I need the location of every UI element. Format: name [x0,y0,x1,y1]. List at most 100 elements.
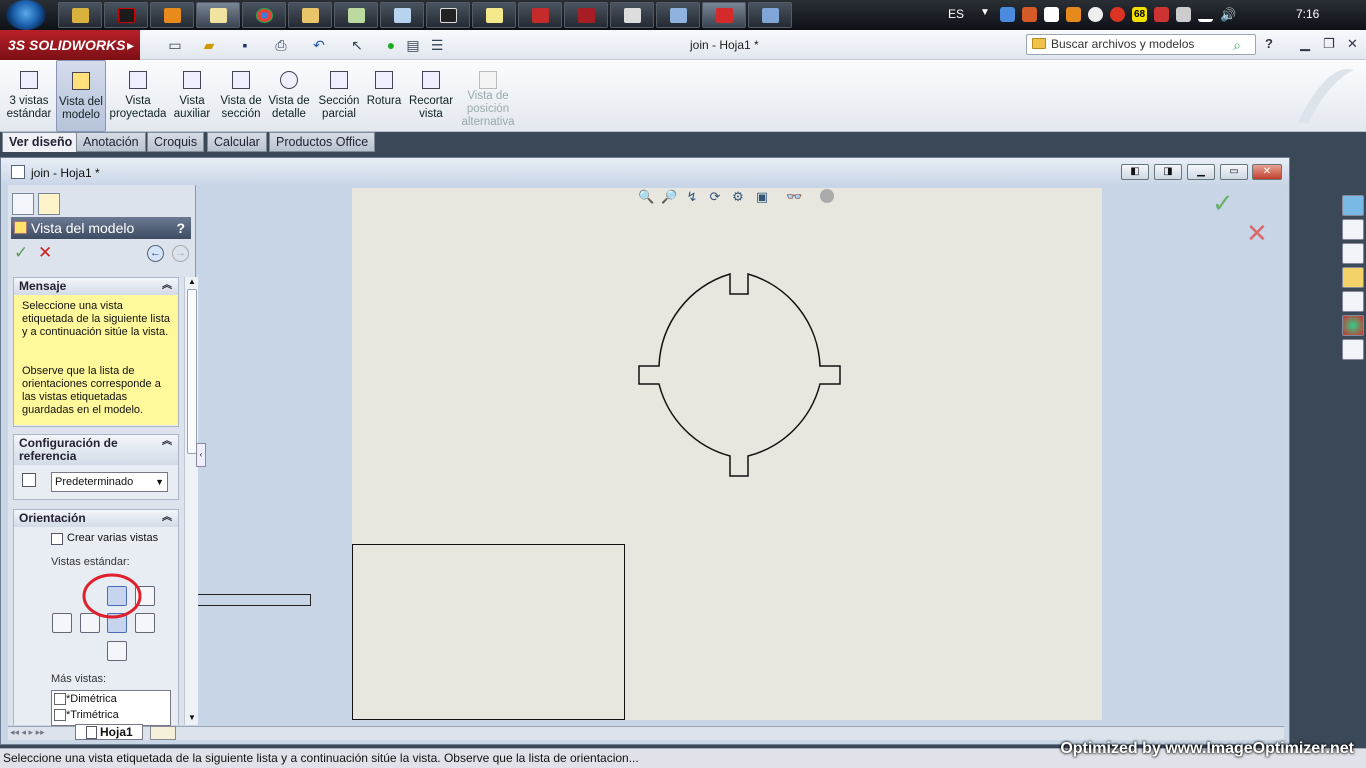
pm-cancel-icon[interactable]: ✕ [38,243,52,263]
resources-icon[interactable] [1342,195,1364,216]
break-button[interactable]: Rotura [364,60,404,132]
list-item[interactable]: *Dimétrica [52,691,170,707]
new-document-icon[interactable]: ▭ [166,36,184,54]
flag-icon[interactable] [1154,7,1169,22]
detail-view-button[interactable]: Vista de detalle [266,60,312,132]
pm-ok-icon[interactable]: ✓ [14,243,28,263]
taskbar-app-notes[interactable] [380,2,424,28]
volume-icon[interactable]: 🔊 [1220,7,1236,22]
dropbox-icon[interactable] [1044,7,1059,22]
chevron-down-icon[interactable]: ▼ [155,473,164,491]
search-icon[interactable]: ⌕ [1233,36,1241,55]
start-button[interactable] [6,0,46,30]
view-palette-icon[interactable] [1342,291,1364,312]
collapse-panel-handle-icon[interactable]: ‹ [196,443,206,467]
taskbar-app-cad[interactable] [610,2,654,28]
cloud-icon[interactable] [1000,7,1015,22]
appearances-icon[interactable] [1342,315,1364,336]
usb-icon[interactable] [1176,7,1191,22]
tab-anotacion[interactable]: Anotación [76,132,146,152]
tray-expand-icon[interactable]: ▼ [980,7,990,18]
alternate-position-view-button[interactable]: Vista de posición alternativa [460,60,516,132]
save-icon[interactable]: ▪ [236,36,254,54]
doc-minimize-icon[interactable]: ▁ [1187,164,1215,180]
print-icon[interactable]: ⎙ [272,36,290,54]
search-input[interactable]: Buscar archivos y modelos ⌕ [1026,34,1256,55]
more-views-list[interactable]: *Dimétrica *Trimétrica [51,690,171,726]
model-view-button[interactable]: Vista del modelo [56,60,106,132]
sheet-nav-icons[interactable]: ◂◂ ◂ ▸ ▸▸ [10,727,45,738]
badge-count[interactable]: 68 [1132,7,1147,22]
pm-help-icon[interactable]: ? [176,217,185,239]
tab-croquis[interactable]: Croquis [147,132,205,152]
close-icon[interactable]: ✕ [1347,36,1358,52]
message-header[interactable]: Mensaje ︽ [14,278,178,295]
select-icon[interactable]: ↖ [348,36,366,54]
feature-manager-tab-icon[interactable] [12,193,34,215]
home-icon[interactable] [1342,219,1364,240]
drawing-sheet[interactable] [352,188,1102,720]
taskbar-app-files[interactable] [288,2,332,28]
scroll-up-icon[interactable]: ▲ [188,277,196,286]
config-select[interactable]: Predeterminado ▼ [51,472,168,492]
doc-restore-icon[interactable]: ▭ [1220,164,1248,180]
taskbar-app-window[interactable] [656,2,700,28]
file-explorer-icon[interactable] [1342,267,1364,288]
restore-icon[interactable]: ❐ [1323,36,1335,52]
zoom-to-fit-icon[interactable]: 🔍 [638,189,654,205]
next-icon[interactable]: → [172,245,189,262]
minimize-icon[interactable]: ▁ [1300,36,1310,52]
options-icon[interactable]: ☰ [428,36,446,54]
menu-arrow-icon[interactable]: ▸ [127,30,134,60]
three-standard-views-button[interactable]: 3 vistas estándar [4,60,54,132]
design-library-icon[interactable] [1342,243,1364,264]
taskbar-app-sticky[interactable] [472,2,516,28]
taskbar-app-explorer[interactable] [58,2,102,28]
collapse-icon[interactable]: ︽ [162,278,172,294]
taskbar-app-inkscape[interactable] [426,2,470,28]
taskbar-app-autocad[interactable] [518,2,562,28]
tab-productos-office[interactable]: Productos Office [269,132,376,152]
zoom-area-icon[interactable]: 🔎 [661,189,677,205]
tab-calcular[interactable]: Calcular [207,132,267,152]
confirm-ok-icon[interactable]: ✓ [1212,188,1234,219]
taskbar-app-solidworks[interactable] [702,2,746,28]
scroll-thumb[interactable] [187,289,197,454]
create-multiple-checkbox[interactable] [51,533,63,545]
dimetric-checkbox[interactable] [54,693,66,706]
reference-config-header[interactable]: Configuración de referencia ︽ [14,435,178,465]
mail-icon[interactable] [1110,7,1125,22]
taskbar-app-pictures[interactable] [334,2,378,28]
tile-right-icon[interactable]: ◨ [1154,164,1182,180]
collapse-icon[interactable]: ︽ [162,510,172,526]
sheet-tab-hoja1[interactable]: Hoja1 [75,724,143,740]
taskbar-app-notepad[interactable] [196,2,240,28]
broken-out-section-button[interactable]: Sección parcial [316,60,362,132]
tile-left-icon[interactable]: ◧ [1121,164,1149,180]
appearance-icon[interactable] [820,189,834,203]
section-icon[interactable]: ⚙ [730,189,746,205]
section-view-button[interactable]: Vista de sección [218,60,264,132]
collapse-icon[interactable]: ︽ [162,435,172,448]
tray-app-icon[interactable] [1022,7,1037,22]
taskbar-app-nero[interactable] [104,2,148,28]
help-icon[interactable]: ? [1265,36,1273,51]
undo-icon[interactable]: ↶ [310,36,328,54]
list-item[interactable]: *Trimétrica [52,707,170,723]
rotate-icon[interactable]: ⟳ [707,189,723,205]
orientation-header[interactable]: Orientación ︽ [14,510,178,527]
custom-properties-icon[interactable] [1342,339,1364,360]
left-view-button[interactable] [52,613,72,633]
crop-view-button[interactable]: Recortar vista [406,60,456,132]
rebuild-icon[interactable]: ● [382,36,400,54]
property-manager-tab-icon[interactable] [38,193,60,215]
solidworks-logo[interactable]: 3S SOLIDWORKS ▸ [0,30,140,60]
clock[interactable]: 7:16 [1296,7,1319,21]
language-indicator[interactable]: ES [948,7,964,21]
auxiliary-view-button[interactable]: Vista auxiliar [170,60,214,132]
cloud-sync-icon[interactable] [1088,7,1103,22]
tray-app-icon[interactable] [1066,7,1081,22]
taskbar-app-chrome[interactable] [242,2,286,28]
bottom-view-button[interactable] [107,641,127,661]
taskbar-app-media[interactable] [150,2,194,28]
